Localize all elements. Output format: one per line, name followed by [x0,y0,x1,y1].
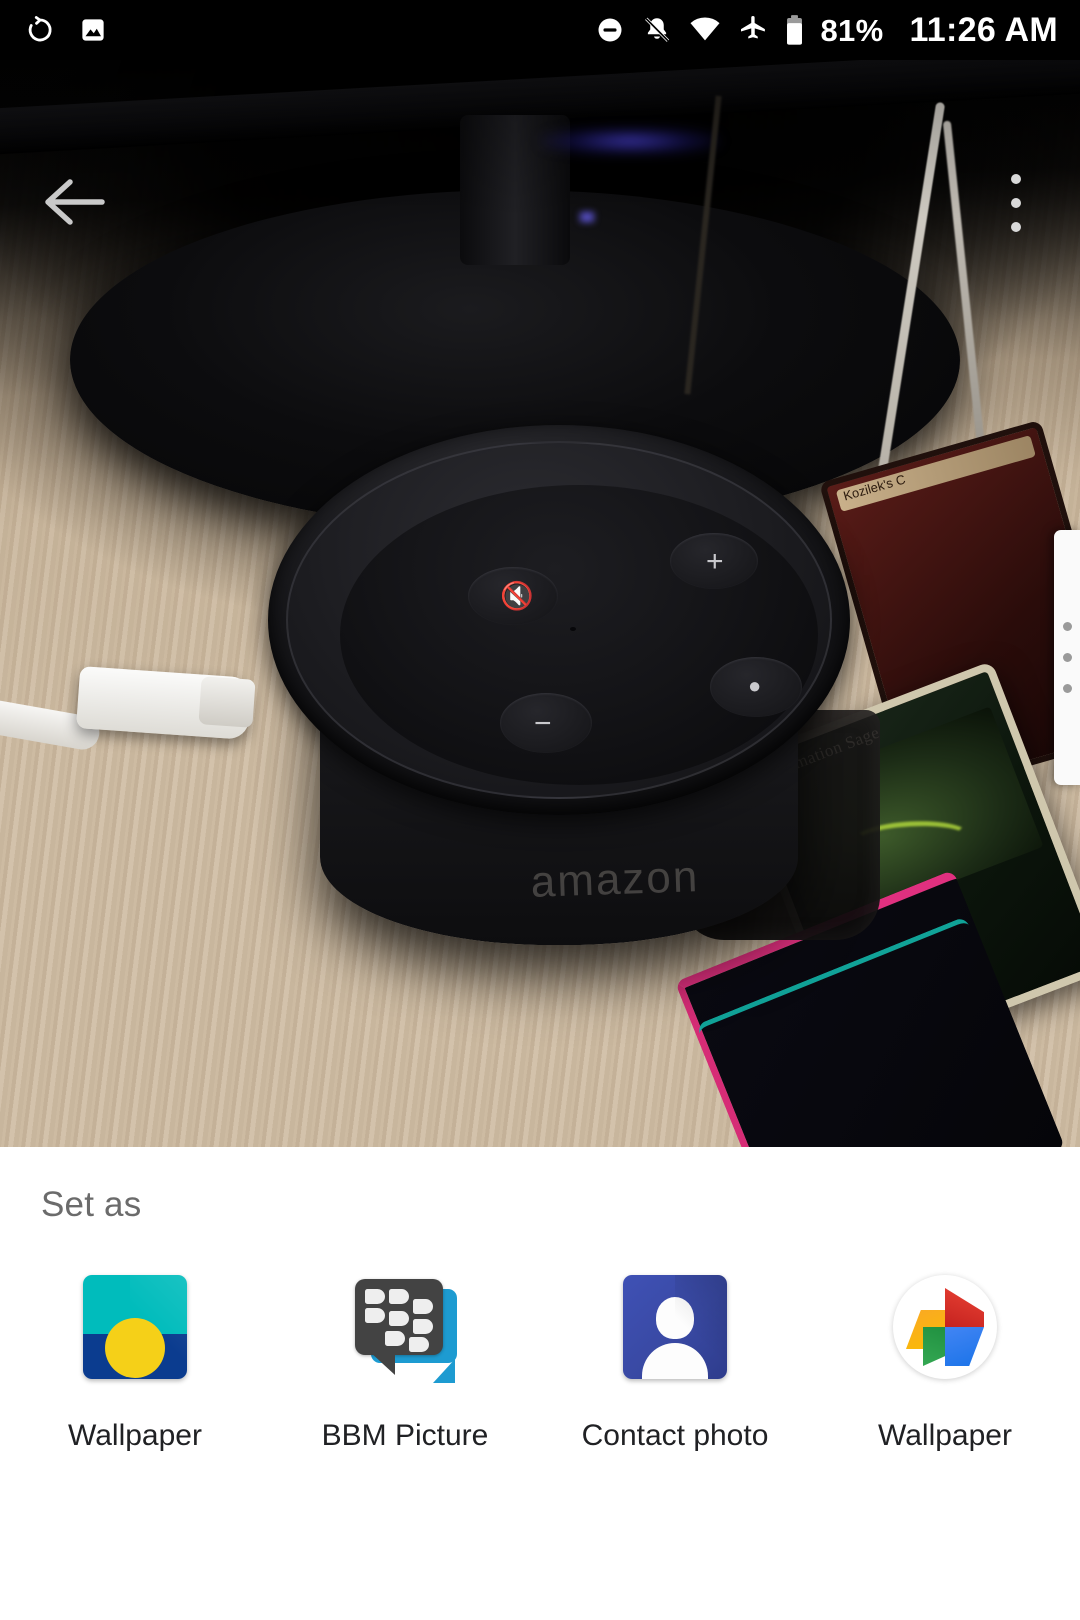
contacts-icon [623,1275,727,1379]
status-bar-left [24,14,108,46]
flap-dot-2 [1062,653,1072,662]
echo-center-speck [570,627,576,631]
status-bar: 81% 11:26 AM [0,0,1080,60]
echo-top-plate: 🔇 + ● − [340,485,818,785]
set-as-target-wallpaper[interactable]: Wallpaper [0,1275,270,1453]
auto-rotate-icon [28,16,52,42]
set-as-target-label: Wallpaper [878,1419,1012,1452]
photo-viewer[interactable]: Kozilek's C Reclamation Sage amazon [0,60,1080,1147]
plus-glyph: + [706,545,724,578]
overflow-dot-3 [1011,222,1021,232]
notifications-silenced-icon [644,17,669,42]
phone-screen: Kozilek's C Reclamation Sage amazon [0,0,1080,1620]
bbm-blue-tail [433,1359,455,1383]
amazon-wordmark: amazon [529,852,701,907]
wallpaper-icon [83,1275,187,1379]
status-bar-right: 81% 11:26 AM [595,13,1059,47]
google-photos-icon [893,1275,997,1379]
battery-icon [786,15,802,45]
clock-label: 11:26 AM [909,11,1058,49]
set-as-target-bbm-picture[interactable]: BBM Picture [270,1275,540,1453]
wifi-icon [689,17,720,41]
bbm-gray-tail [369,1351,395,1375]
back-button[interactable] [40,172,108,232]
set-as-bottom-sheet: Set as Wallpaper BBM Picture Contact pho… [0,1147,1080,1620]
set-as-target-list: Wallpaper BBM Picture Contact photo Wall… [0,1275,1080,1453]
bbm-icon [353,1275,457,1383]
wallpaper-shine [129,1275,187,1379]
set-as-target-label: BBM Picture [321,1419,489,1452]
bbm-gray-bubble [355,1279,443,1355]
next-photo-flap[interactable] [1054,530,1080,785]
photos-blade-blue [945,1327,984,1366]
minus-glyph: − [534,707,552,740]
set-as-target-google-photos-wallpaper[interactable]: Wallpaper [810,1275,1080,1453]
set-as-target-label: Contact photo [581,1419,769,1452]
screenshot-image-icon [82,19,104,41]
do-not-disturb-icon [598,18,621,42]
overflow-dot-1 [1011,174,1021,184]
echo-speaker-ring: 🔇 + ● − [286,441,832,799]
set-as-target-contact-photo[interactable]: Contact photo [540,1275,810,1453]
photos-blade-red [945,1288,984,1327]
set-as-target-label: Wallpaper [68,1419,202,1452]
usb-connector-tip [198,676,256,728]
sheet-title: Set as [41,1185,142,1224]
photo-toolbar [0,60,1080,232]
flap-dot-3 [1062,684,1072,693]
amazon-echo-dot: amazon 🔇 + ● − [268,425,850,970]
overflow-menu-button[interactable] [994,168,1038,238]
echo-top-surface: 🔇 + ● − [268,425,850,815]
airplane-mode-icon [740,16,765,39]
battery-percent-label: 81% [820,12,884,48]
contact-icon-shade [675,1275,727,1379]
back-arrow-icon [45,179,105,225]
flap-dot-1 [1062,622,1072,631]
mic-off-glyph: 🔇 [500,581,534,611]
overflow-dot-2 [1011,198,1021,208]
action-dot-glyph: ● [748,673,762,698]
